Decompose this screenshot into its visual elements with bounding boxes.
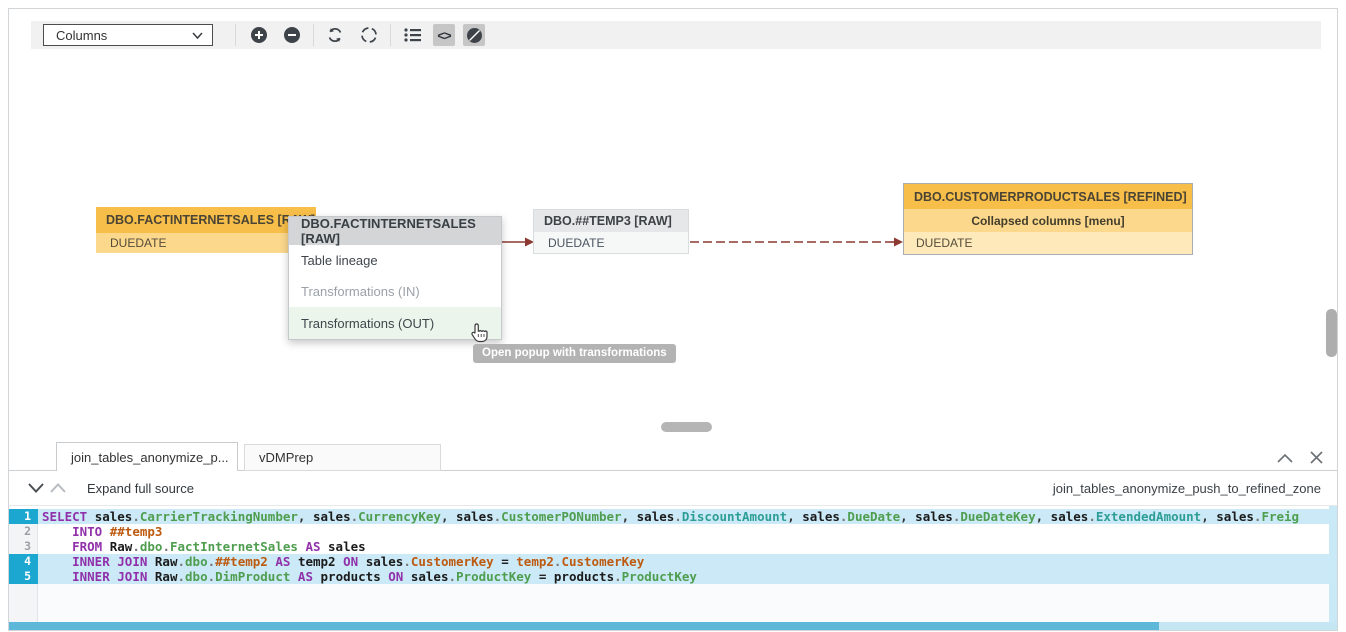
tooltip: Open popup with transformations — [473, 344, 676, 363]
chevron-up-icon — [1277, 454, 1293, 463]
code-horizontal-scrollbar[interactable] — [9, 622, 1337, 630]
center-view-button[interactable] — [358, 24, 380, 46]
refresh-icon — [326, 26, 344, 44]
code-background — [38, 584, 1329, 622]
code-line[interactable]: 3 FROM Raw.dbo.FactInternetSales AS sale… — [9, 539, 1329, 554]
collapsed-columns-menu[interactable]: Collapsed columns [menu] — [904, 209, 1192, 232]
toolbar-divider — [313, 24, 314, 46]
contrast-toggle-button[interactable] — [463, 24, 485, 46]
diagram-horizontal-scrollbar[interactable] — [661, 422, 712, 432]
chevron-down-icon — [28, 483, 44, 493]
scroll-down-statement-button[interactable] — [25, 478, 47, 498]
line-number: 3 — [9, 539, 38, 554]
columns-dropdown-value: Columns — [56, 28, 107, 43]
diagram-vertical-scrollbar[interactable] — [1326, 309, 1337, 357]
chevron-down-icon — [192, 32, 203, 39]
zoom-out-button[interactable] — [281, 24, 303, 46]
columns-dropdown[interactable]: Columns — [43, 24, 213, 46]
table-node-temp3[interactable]: DBO.##TEMP3 [RAW] DUEDATE — [533, 209, 689, 254]
hand-cursor-icon — [468, 322, 491, 346]
panel-collapse-button[interactable] — [1274, 449, 1296, 467]
code-view-icon: <> — [437, 28, 450, 43]
source-file-name: join_tables_anonymize_push_to_refined_zo… — [1053, 481, 1321, 496]
code-line-text: INTO ##temp3 — [38, 524, 1329, 539]
line-number: 2 — [9, 524, 38, 539]
expand-full-source-link[interactable]: Expand full source — [87, 481, 194, 496]
panel-close-button[interactable] — [1305, 447, 1327, 467]
source-header-row: Expand full source join_tables_anonymize… — [9, 471, 1337, 506]
code-line[interactable]: 1SELECT sales.CarrierTrackingNumber, sal… — [9, 509, 1329, 524]
table-node-title[interactable]: DBO.##TEMP3 [RAW] — [534, 210, 688, 232]
lineage-app-frame: Columns — [8, 8, 1338, 631]
table-column-duedate[interactable]: DUEDATE — [534, 232, 688, 253]
toolbar: Columns — [31, 21, 1321, 49]
menu-item-transformations-in: Transformations (IN) — [289, 276, 501, 307]
code-line[interactable]: 5 INNER JOIN Raw.dbo.DimProduct AS produ… — [9, 569, 1329, 584]
toolbar-divider — [235, 24, 236, 46]
zoom-in-icon — [250, 26, 268, 44]
toolbar-divider — [390, 24, 391, 46]
zoom-out-icon — [283, 26, 301, 44]
chevron-up-icon — [50, 483, 66, 493]
menu-item-table-lineage[interactable]: Table lineage — [289, 245, 501, 276]
code-line[interactable]: 4 INNER JOIN Raw.dbo.##temp2 AS temp2 ON… — [9, 554, 1329, 569]
table-node-title[interactable]: DBO.CUSTOMERPRODUCTSALES [REFINED] — [904, 184, 1192, 209]
line-number: 5 — [9, 569, 38, 584]
context-menu-title: DBO.FACTINTERNETSALES [RAW] — [289, 217, 501, 245]
tab-join-tables-anonymize[interactable]: join_tables_anonymize_p... — [56, 442, 238, 471]
tab-vdmprep[interactable]: vDMPrep — [244, 444, 441, 471]
code-horizontal-scrollbar-thumb[interactable] — [9, 622, 1159, 630]
code-line[interactable]: 2 INTO ##temp3 — [9, 524, 1329, 539]
code-line-text: INNER JOIN Raw.dbo.DimProduct AS product… — [38, 569, 1329, 584]
list-view-icon — [404, 27, 422, 43]
close-icon — [1310, 451, 1323, 464]
scroll-up-statement-button[interactable] — [47, 478, 69, 498]
table-node-title[interactable]: DBO.FACTINTERNETSALES [RAW] — [96, 207, 316, 233]
contrast-icon — [466, 27, 483, 44]
lineage-arrow — [690, 236, 904, 248]
code-line-text: SELECT sales.CarrierTrackingNumber, sale… — [38, 509, 1329, 524]
table-node-customerproductsales[interactable]: DBO.CUSTOMERPRODUCTSALES [REFINED] Colla… — [903, 183, 1193, 255]
code-line-text: FROM Raw.dbo.FactInternetSales AS sales — [38, 539, 1329, 554]
code-gutter-filler — [9, 584, 38, 622]
table-column-duedate[interactable]: DUEDATE — [904, 232, 1192, 254]
table-column-duedate[interactable]: DUEDATE — [96, 233, 316, 253]
code-line-text: INNER JOIN Raw.dbo.##temp2 AS temp2 ON s… — [38, 554, 1329, 569]
code-vertical-scrollbar[interactable] — [1329, 506, 1337, 622]
panel-tabbar: join_tables_anonymize_p... vDMPrep — [9, 438, 1337, 471]
table-node-factinternetsales[interactable]: DBO.FACTINTERNETSALES [RAW] DUEDATE — [96, 207, 316, 253]
zoom-in-button[interactable] — [248, 24, 270, 46]
center-view-icon — [360, 26, 378, 44]
line-number: 1 — [9, 509, 38, 524]
refresh-button[interactable] — [324, 24, 346, 46]
list-view-button[interactable] — [402, 24, 424, 46]
code-view-button[interactable]: <> — [433, 24, 455, 46]
line-number: 4 — [9, 554, 38, 569]
